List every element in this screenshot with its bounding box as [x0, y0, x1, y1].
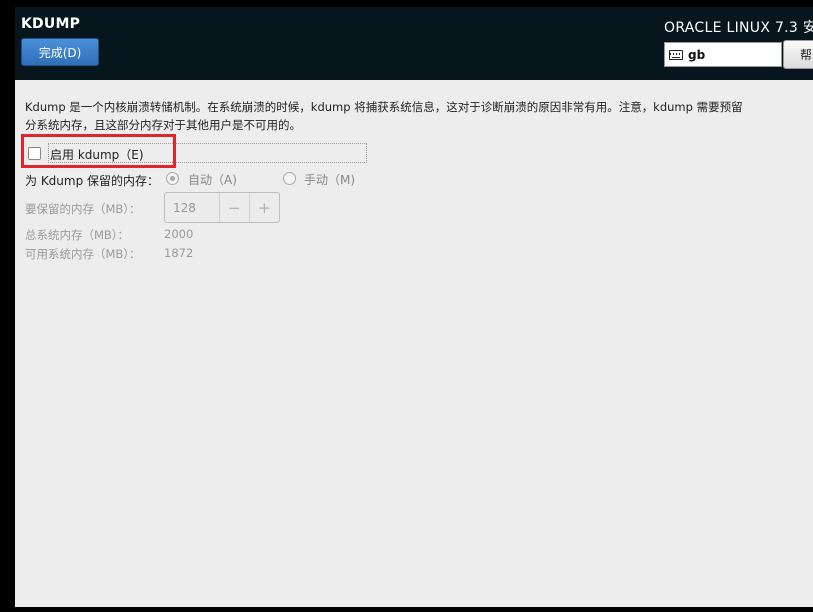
decrement-button[interactable]: −: [220, 193, 250, 222]
done-button[interactable]: 完成(D): [21, 38, 99, 66]
keyboard-layout-label: gb: [688, 47, 706, 62]
keyboard-icon: [669, 49, 683, 60]
manual-radio-label[interactable]: 手动（M): [304, 171, 355, 188]
reserved-memory-label: 要保留的内存（MB）：: [25, 202, 141, 216]
help-button[interactable]: 帮: [783, 40, 813, 69]
usable-memory-value: 1872: [164, 246, 194, 260]
kdump-window: KDUMP 完成(D) ORACLE LINUX 7.3 安 gb 帮 Kdum…: [15, 7, 813, 607]
header-bar: KDUMP 完成(D) ORACLE LINUX 7.3 安 gb 帮: [15, 7, 813, 80]
description-line-2: 分系统内存，且这部分内存对于其他用户是不可用的。: [25, 118, 301, 132]
auto-radio-label[interactable]: 自动（A): [188, 171, 237, 188]
highlight-box: [21, 134, 176, 168]
total-memory-label: 总系统内存（MB）：: [25, 228, 130, 242]
page-title: KDUMP: [21, 16, 81, 32]
reserved-memory-stepper[interactable]: 128 − +: [164, 192, 280, 223]
reserved-memory-value[interactable]: 128: [165, 193, 220, 222]
description-text: Kdump 是一个内核崩溃转储机制。在系统崩溃的时候，kdump 将捕获系统信息…: [25, 98, 813, 134]
keyboard-layout-indicator[interactable]: gb: [664, 42, 782, 67]
total-memory-value: 2000: [164, 227, 194, 241]
product-title: ORACLE LINUX 7.3 安: [664, 20, 813, 36]
description-line-1: Kdump 是一个内核崩溃转储机制。在系统崩溃的时候，kdump 将捕获系统信息…: [25, 100, 743, 114]
usable-memory-label: 可用系统内存（MB）：: [25, 247, 141, 261]
kdump-memory-label: 为 Kdump 保留的内存：: [25, 174, 160, 188]
auto-radio[interactable]: [166, 172, 179, 185]
increment-button[interactable]: +: [250, 193, 279, 222]
manual-radio[interactable]: [283, 172, 296, 185]
